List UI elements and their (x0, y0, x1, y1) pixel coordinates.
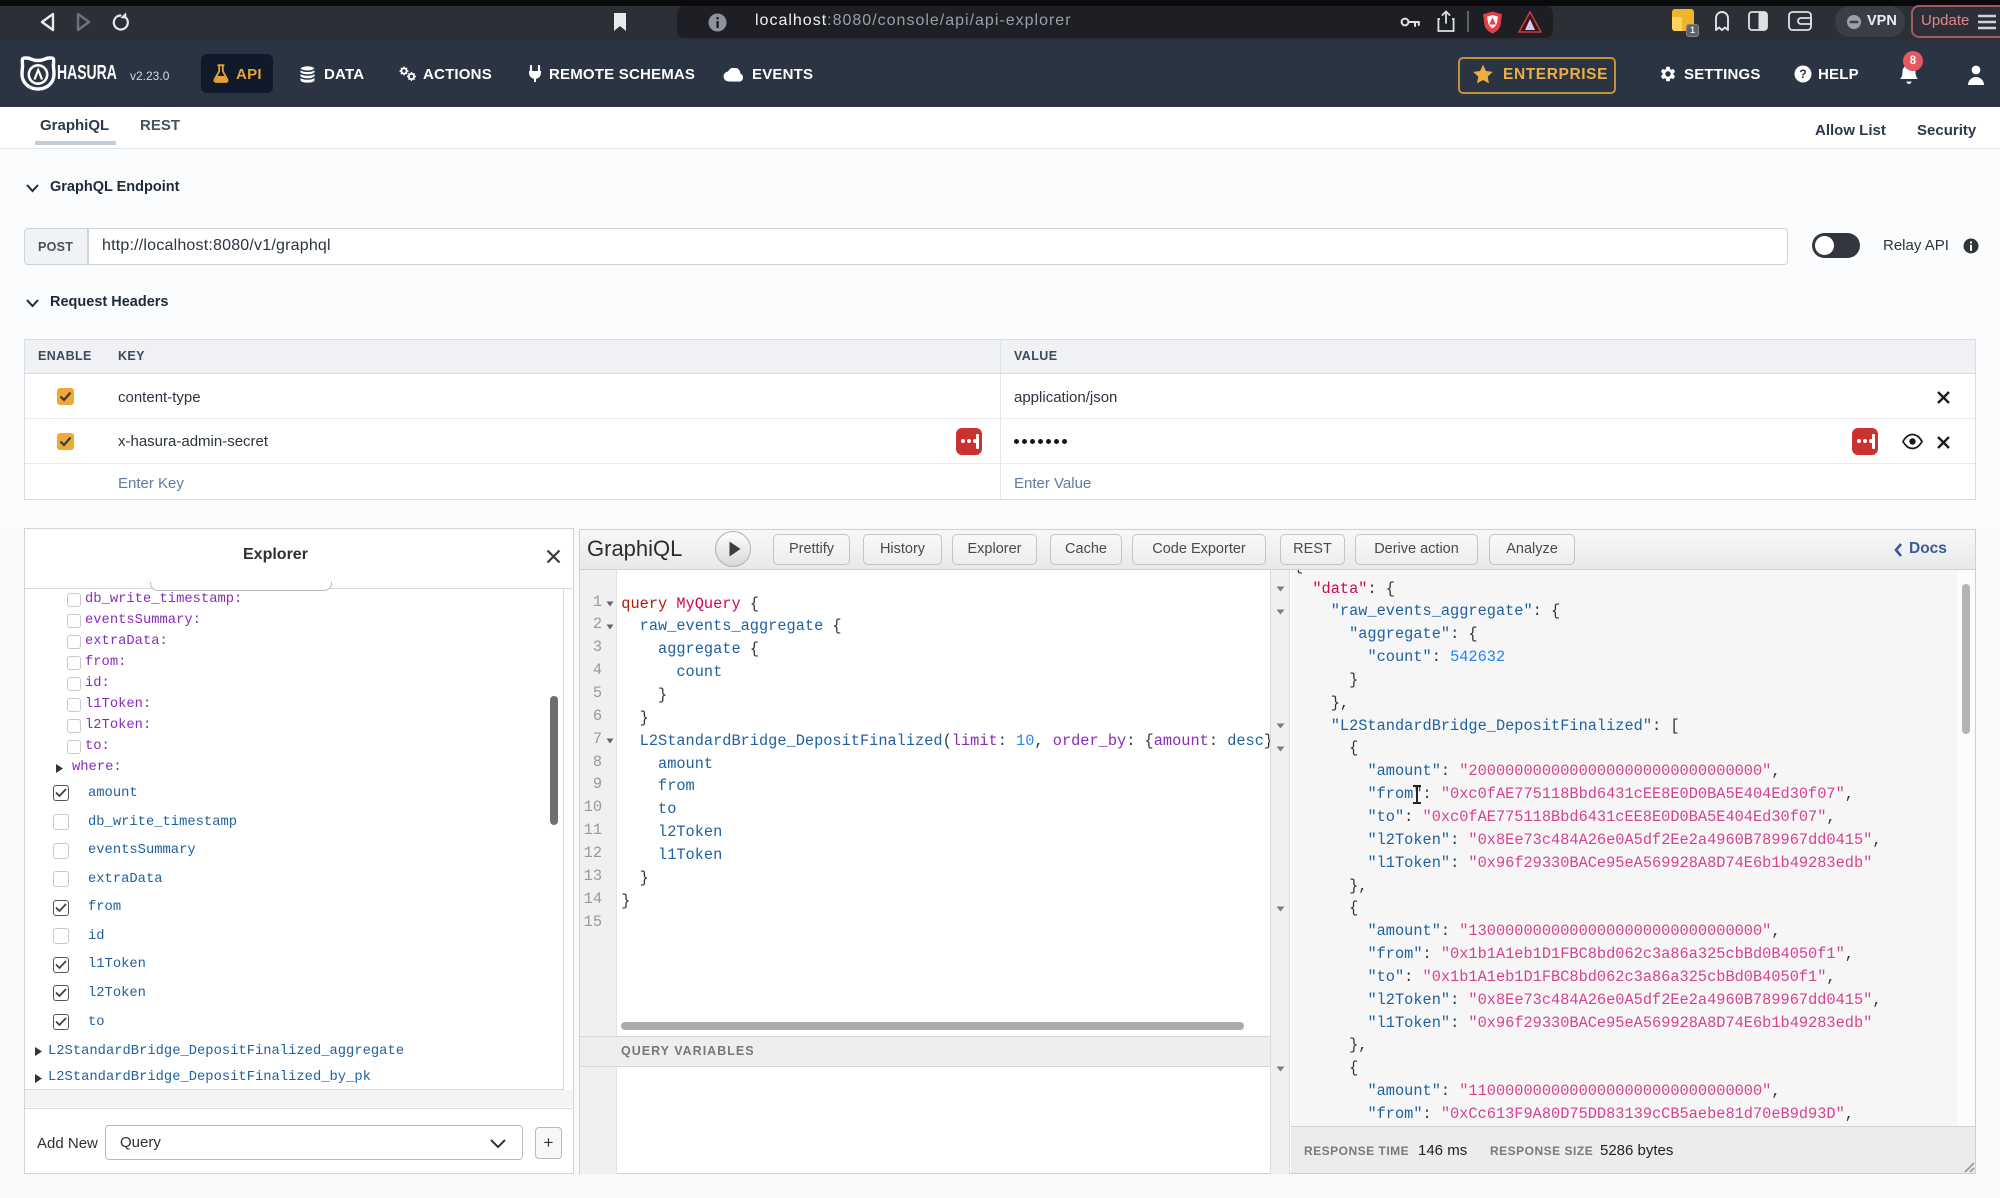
svg-text:?: ? (1799, 67, 1806, 81)
